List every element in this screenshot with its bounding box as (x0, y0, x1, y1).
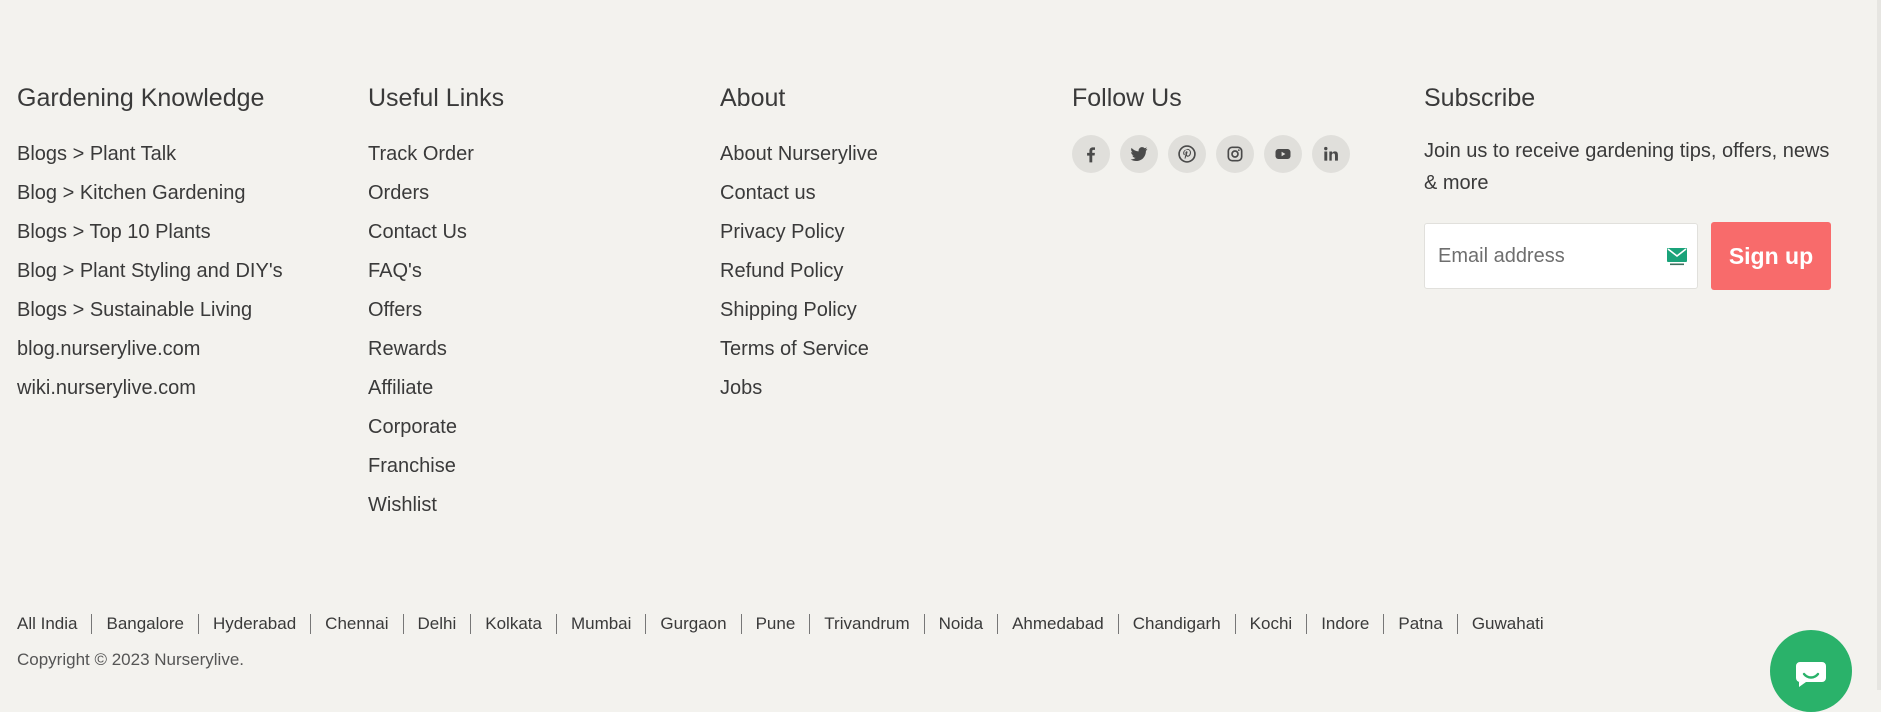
footer-link-rewards[interactable]: Rewards (368, 330, 504, 369)
city-link-bangalore[interactable]: Bangalore (91, 614, 198, 634)
sign-up-button[interactable]: Sign up (1711, 222, 1831, 290)
footer-link-about-nurserylive[interactable]: About Nurserylive (720, 135, 878, 174)
footer-link-offers[interactable]: Offers (368, 291, 504, 330)
footer-link-franchise[interactable]: Franchise (368, 447, 504, 486)
city-link-all-india[interactable]: All India (17, 614, 91, 634)
city-links: All India Bangalore Hyderabad Chennai De… (17, 614, 1558, 634)
city-link-kolkata[interactable]: Kolkata (470, 614, 556, 634)
city-link-mumbai[interactable]: Mumbai (555, 614, 645, 634)
city-link-indore[interactable]: Indore (1306, 614, 1383, 634)
gardening-knowledge-heading: Gardening Knowledge (17, 84, 265, 112)
subscribe-heading: Subscribe (1424, 84, 1536, 112)
chat-icon (1796, 662, 1826, 687)
about-column: About About Nurserylive Contact us Priva… (720, 84, 878, 408)
about-heading: About (720, 84, 786, 112)
city-link-delhi[interactable]: Delhi (402, 614, 471, 634)
footer-link-contact[interactable]: Contact us (720, 174, 878, 213)
chat-button[interactable] (1770, 630, 1852, 712)
footer-link-kitchen-gardening[interactable]: Blog > Kitchen Gardening (17, 174, 283, 213)
useful-links-column: Useful Links Track Order Orders Contact … (368, 84, 504, 525)
copyright-text: Copyright © 2023 Nurserylive. (17, 650, 245, 669)
city-link-noida[interactable]: Noida (923, 614, 997, 634)
useful-links-heading: Useful Links (368, 84, 505, 112)
linkedin-icon[interactable] (1312, 135, 1350, 173)
city-link-guwahati[interactable]: Guwahati (1456, 614, 1558, 634)
gardening-knowledge-column: Gardening Knowledge Blogs > Plant Talk B… (17, 84, 283, 408)
city-link-pune[interactable]: Pune (740, 614, 810, 634)
city-link-patna[interactable]: Patna (1383, 614, 1456, 634)
instagram-icon[interactable] (1216, 135, 1254, 173)
footer-link-corporate[interactable]: Corporate (368, 408, 504, 447)
footer-link-contact-us[interactable]: Contact Us (368, 213, 504, 252)
scrollbar[interactable] (1877, 0, 1881, 690)
city-link-ahmedabad[interactable]: Ahmedabad (997, 614, 1118, 634)
footer-link-plant-talk[interactable]: Blogs > Plant Talk (17, 135, 283, 174)
facebook-icon[interactable] (1072, 135, 1110, 173)
subscribe-column: Subscribe Join us to receive gardening t… (1424, 84, 1844, 290)
footer-link-refund-policy[interactable]: Refund Policy (720, 252, 878, 291)
twitter-icon[interactable] (1120, 135, 1158, 173)
footer-link-terms-of-service[interactable]: Terms of Service (720, 330, 878, 369)
footer-link-shipping-policy[interactable]: Shipping Policy (720, 291, 878, 330)
footer-link-wishlist[interactable]: Wishlist (368, 486, 504, 525)
social-links (1072, 135, 1350, 173)
footer-link-blog-site[interactable]: blog.nurserylive.com (17, 330, 283, 369)
email-input[interactable] (1425, 224, 1658, 288)
footer-link-top-10-plants[interactable]: Blogs > Top 10 Plants (17, 213, 283, 252)
footer-link-jobs[interactable]: Jobs (720, 369, 878, 408)
follow-us-column: Follow Us (1072, 84, 1350, 173)
footer-link-faqs[interactable]: FAQ's (368, 252, 504, 291)
footer-link-sustainable-living[interactable]: Blogs > Sustainable Living (17, 291, 283, 330)
email-field-wrapper (1424, 223, 1698, 289)
city-link-trivandrum[interactable]: Trivandrum (809, 614, 923, 634)
follow-us-heading: Follow Us (1072, 84, 1182, 112)
footer-link-privacy-policy[interactable]: Privacy Policy (720, 213, 878, 252)
city-link-chennai[interactable]: Chennai (310, 614, 402, 634)
subscribe-form: Sign up (1424, 222, 1844, 290)
city-link-kochi[interactable]: Kochi (1234, 614, 1307, 634)
city-link-gurgaon[interactable]: Gurgaon (645, 614, 740, 634)
footer-link-wiki-site[interactable]: wiki.nurserylive.com (17, 369, 283, 408)
footer-link-affiliate[interactable]: Affiliate (368, 369, 504, 408)
subscribe-description: Join us to receive gardening tips, offer… (1424, 140, 1830, 194)
footer-link-track-order[interactable]: Track Order (368, 135, 504, 174)
city-link-chandigarh[interactable]: Chandigarh (1117, 614, 1235, 634)
youtube-icon[interactable] (1264, 135, 1302, 173)
footer-link-orders[interactable]: Orders (368, 174, 504, 213)
city-link-hyderabad[interactable]: Hyderabad (198, 614, 310, 634)
pinterest-icon[interactable] (1168, 135, 1206, 173)
footer-link-plant-styling[interactable]: Blog > Plant Styling and DIY's (17, 252, 283, 291)
mail-icon (1667, 248, 1687, 266)
